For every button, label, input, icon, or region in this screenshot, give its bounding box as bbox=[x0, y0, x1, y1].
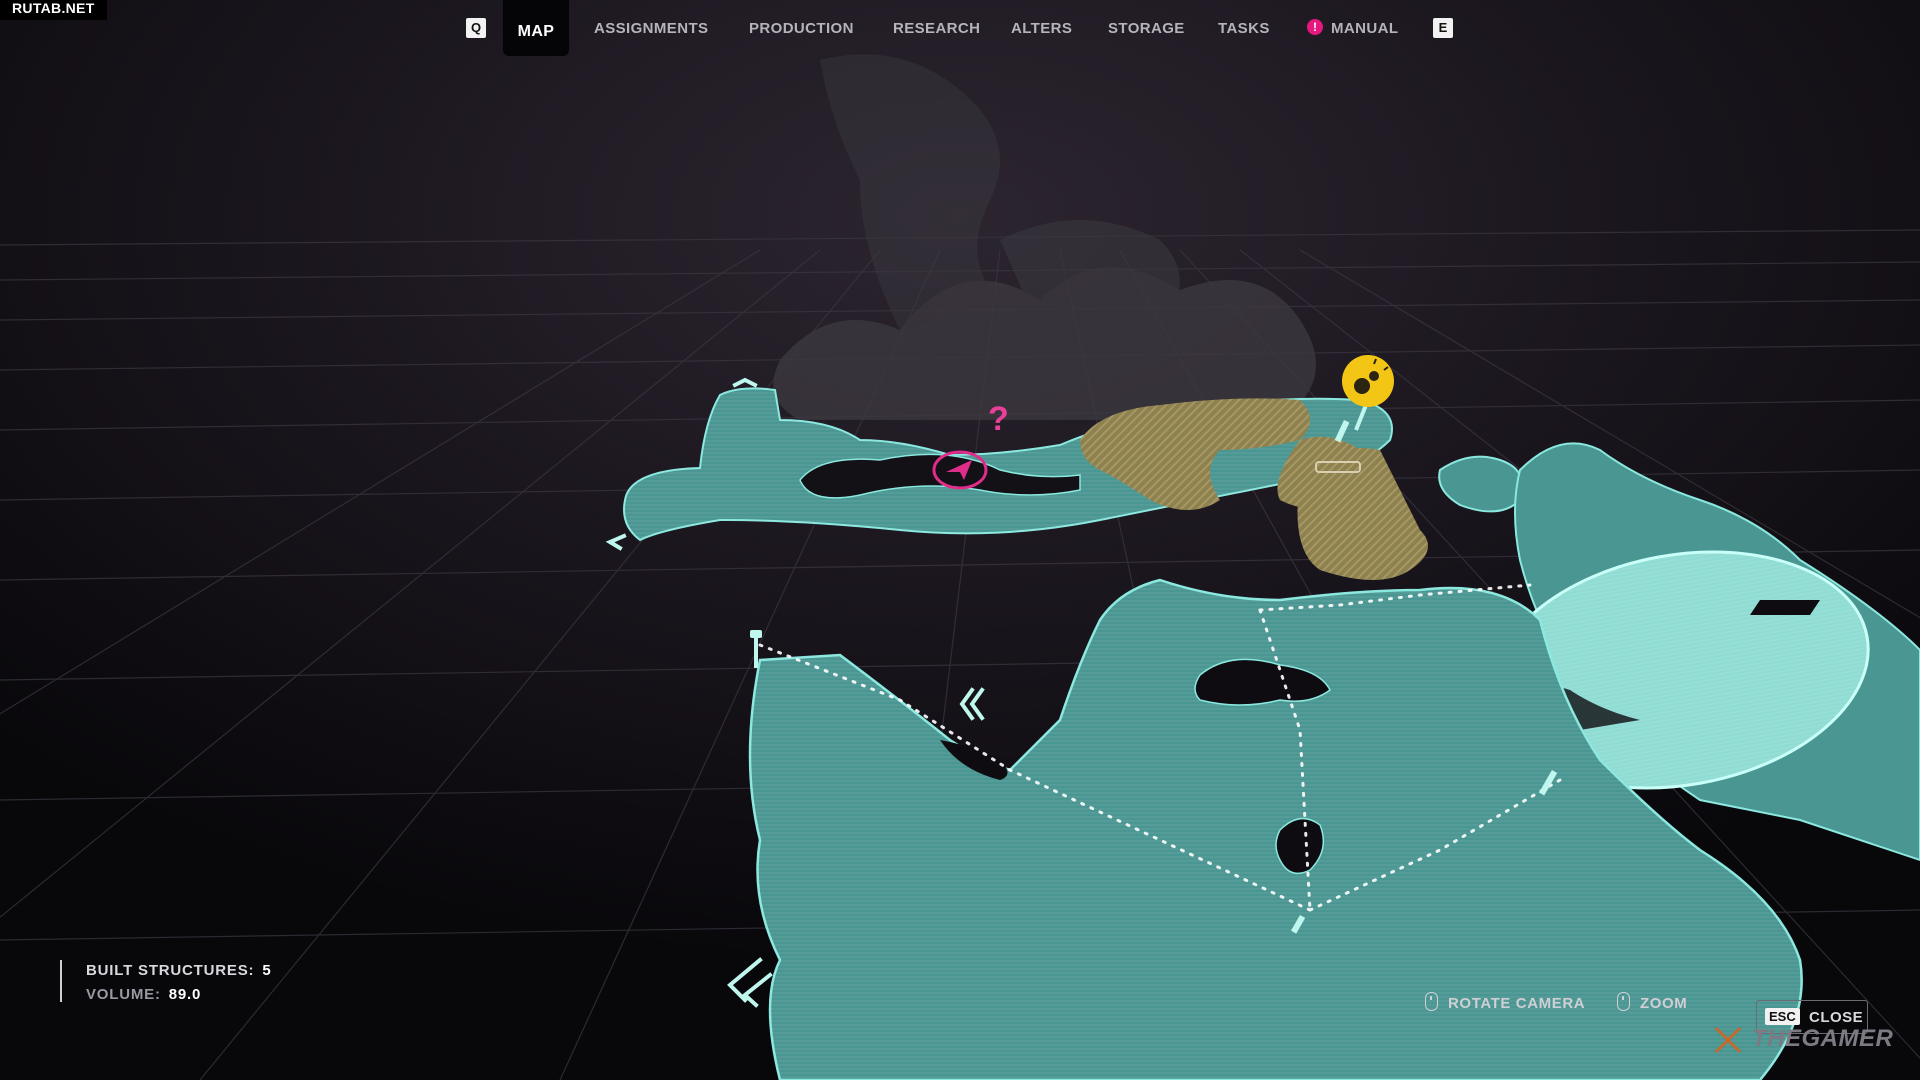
mouse-icon bbox=[1425, 992, 1438, 1011]
top-navigation: Q MAP ASSIGNMENTS PRODUCTION RESEARCH AL… bbox=[0, 0, 1920, 60]
close-label: CLOSE bbox=[1809, 1009, 1864, 1026]
volume-label: VOLUME: bbox=[86, 986, 161, 1003]
esc-key: ESC bbox=[1765, 1008, 1800, 1025]
built-structures-label: BUILT STRUCTURES: bbox=[86, 962, 255, 979]
alert-icon: ! bbox=[1307, 19, 1323, 35]
tab-production[interactable]: PRODUCTION bbox=[749, 20, 854, 37]
next-tab-key[interactable]: E bbox=[1433, 18, 1453, 38]
rotate-camera-hint: ROTATE CAMERA bbox=[1425, 992, 1585, 1012]
built-structures-row: BUILT STRUCTURES: 5 bbox=[86, 960, 271, 984]
volume-row: VOLUME: 89.0 bbox=[86, 984, 271, 1008]
tab-manual[interactable]: MANUAL bbox=[1331, 20, 1398, 37]
map-canvas[interactable] bbox=[0, 0, 1920, 1080]
tab-assignments[interactable]: ASSIGNMENTS bbox=[594, 20, 708, 37]
prev-tab-key[interactable]: Q bbox=[466, 18, 486, 38]
tab-research[interactable]: RESEARCH bbox=[893, 20, 980, 37]
mouse-scroll-icon bbox=[1617, 992, 1630, 1011]
rotate-camera-label: ROTATE CAMERA bbox=[1448, 995, 1586, 1012]
structure-stats: BUILT STRUCTURES: 5 VOLUME: 89.0 bbox=[60, 960, 271, 1003]
tab-map[interactable]: MAP bbox=[503, 0, 569, 56]
thegamer-logo-icon bbox=[1714, 1026, 1742, 1054]
zoom-hint: ZOOM bbox=[1617, 992, 1687, 1012]
volume-value: 89.0 bbox=[168, 986, 202, 1003]
question-mark-icon[interactable]: ? bbox=[988, 400, 1009, 439]
zoom-label: ZOOM bbox=[1640, 995, 1688, 1012]
tab-tasks[interactable]: TASKS bbox=[1218, 20, 1270, 37]
built-structures-value: 5 bbox=[262, 962, 272, 979]
tab-alters[interactable]: ALTERS bbox=[1011, 20, 1072, 37]
tab-storage[interactable]: STORAGE bbox=[1108, 20, 1185, 37]
brand-logo-text: THEGAMER bbox=[1752, 1025, 1894, 1052]
